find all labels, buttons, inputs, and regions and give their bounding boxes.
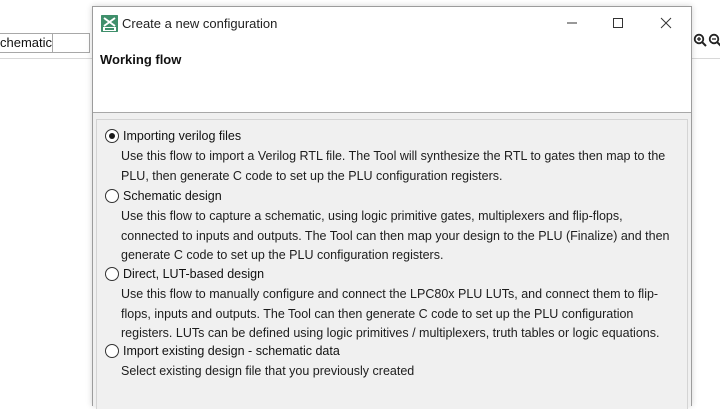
maximize-button[interactable] [595,7,641,39]
radio-importing-verilog[interactable] [105,128,119,143]
background-divider-right [692,58,720,59]
option-row[interactable]: Import existing design - schematic data [105,342,680,359]
new-configuration-dialog: Create a new configuration Working flow [92,6,692,409]
option-description: Use this flow to capture a schematic, us… [121,209,670,262]
dialog-title: Create a new configuration [122,16,278,31]
minimize-button[interactable] [549,7,595,39]
option-schematic-design: Schematic design Use this flow to captur… [105,187,680,266]
option-row[interactable]: Direct, LUT-based design [105,265,680,282]
app-logo-icon [101,15,118,32]
working-flow-options: Importing verilog files Use this flow to… [96,119,688,409]
option-label[interactable]: Direct, LUT-based design [123,267,264,281]
option-label[interactable]: Import existing design - schematic data [123,344,340,358]
radio-schematic-design[interactable] [105,188,119,203]
dialog-content: Importing verilog files Use this flow to… [93,113,691,409]
close-button[interactable] [643,7,689,39]
option-description: Select existing design file that you pre… [121,364,415,378]
option-label[interactable]: Schematic design [123,189,222,203]
radio-import-existing[interactable] [105,343,119,358]
dialog-titlebar[interactable]: Create a new configuration [93,7,691,39]
zoom-out-icon[interactable] [708,33,720,47]
close-icon [660,17,672,29]
minimize-icon [567,22,577,24]
dialog-header: Working flow [93,39,691,113]
radio-direct-lut[interactable] [105,266,119,281]
background-field-text: chematic [0,35,53,50]
option-description: Use this flow to manually configure and … [121,287,660,340]
page-title: Working flow [100,52,182,67]
option-import-existing: Import existing design - schematic data … [105,342,680,382]
option-importing-verilog: Importing verilog files Use this flow to… [105,127,680,186]
radio-selected-dot [109,132,115,139]
option-row[interactable]: Schematic design [105,187,680,204]
option-description: Use this flow to import a Verilog RTL fi… [121,149,666,183]
option-direct-lut: Direct, LUT-based design Use this flow t… [105,265,680,344]
option-label[interactable]: Importing verilog files [123,129,241,143]
background-divider [0,58,92,59]
background-field-divider [52,33,53,53]
maximize-icon [613,18,623,28]
option-row[interactable]: Importing verilog files [105,127,680,144]
zoom-in-icon[interactable] [693,33,707,47]
